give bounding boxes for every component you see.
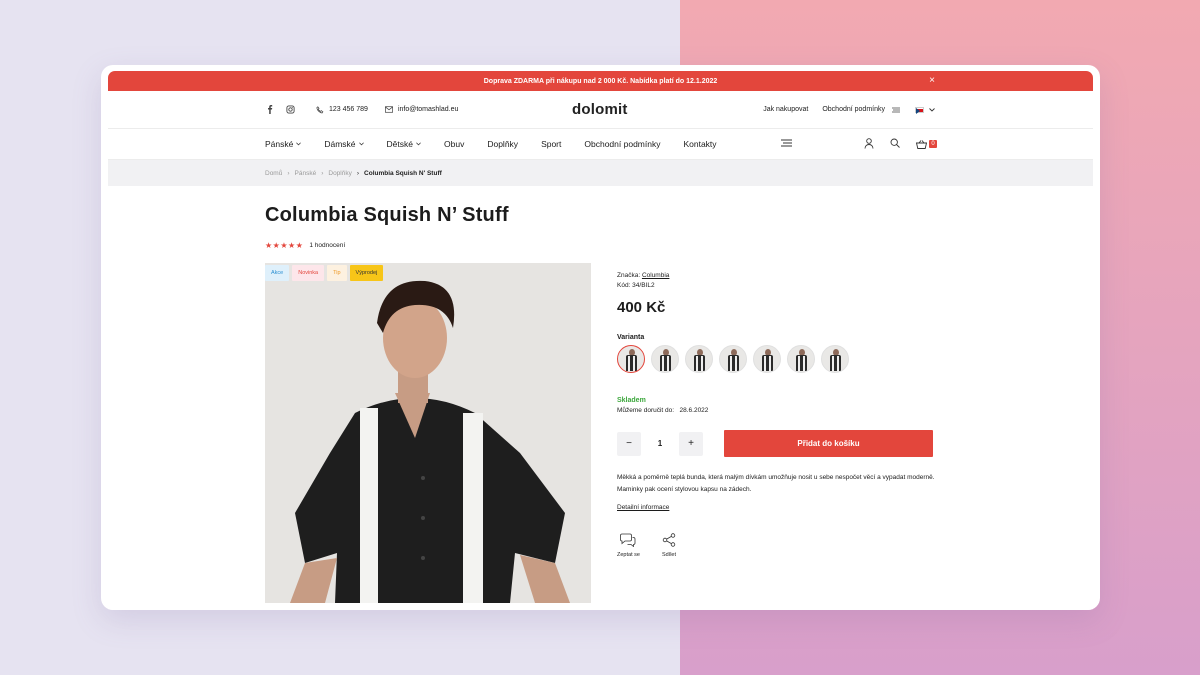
mail-icon xyxy=(384,105,394,115)
variant-swatch[interactable] xyxy=(617,345,645,373)
breadcrumb-separator-icon: › xyxy=(356,169,360,177)
variant-swatch[interactable] xyxy=(821,345,849,373)
badge-tip: Tip xyxy=(327,265,347,281)
chat-icon xyxy=(620,533,636,547)
nav-item-obchodni-podminky[interactable]: Obchodní podmínky xyxy=(584,139,660,149)
ask-question-button[interactable]: Zeptat se xyxy=(617,533,640,558)
czech-flag-icon xyxy=(915,106,924,114)
stock-status: Skladem xyxy=(617,397,646,404)
product-details: Značka: Columbia Kód: 34/BIL2 400 Kč Var… xyxy=(617,271,935,558)
badge-vyprodej: Výprodej xyxy=(349,265,384,281)
browser-window: Doprava ZDARMA při nákupu nad 2 000 Kč. … xyxy=(101,65,1100,610)
cart-count-badge: 0 xyxy=(929,140,937,148)
phone-number: 123 456 789 xyxy=(329,106,368,113)
nav-item-sport[interactable]: Sport xyxy=(541,139,561,149)
product-description: Měkká a poměrně teplá bunda, která malým… xyxy=(617,474,935,493)
product-code: Kód: 34/BIL2 xyxy=(617,282,655,289)
product-actions: Zeptat se Sdílet xyxy=(617,533,935,558)
phone-icon xyxy=(315,105,325,115)
brand-link[interactable]: Columbia xyxy=(642,272,669,279)
rating-stars-icon: ★★★★★ xyxy=(265,241,304,250)
rating-count: 1 hodnocení xyxy=(309,242,346,249)
delivery-date: Můžeme doručit do: 28.6.2022 xyxy=(617,407,709,414)
product-price: 400 Kč xyxy=(617,299,666,316)
nav-item-damske[interactable]: Dámské xyxy=(324,139,364,149)
breadcrumb-current: Columbia Squish N' Stuff xyxy=(364,169,442,177)
chevron-down-icon xyxy=(296,142,302,146)
buy-row: − 1 + Přidat do košíku xyxy=(617,430,935,457)
model-photo xyxy=(265,263,591,603)
search-icon[interactable] xyxy=(890,138,900,150)
nav-item-kontakty[interactable]: Kontakty xyxy=(683,139,716,149)
quantity-decrease-button[interactable]: − xyxy=(617,431,641,456)
detail-info-link[interactable]: Detailní informace xyxy=(617,504,669,511)
nav-label: Pánské xyxy=(265,139,294,149)
share-label: Sdílet xyxy=(661,552,677,558)
badge-novinka: Novinka xyxy=(292,265,325,281)
instagram-icon[interactable] xyxy=(285,105,295,115)
nav-item-detske[interactable]: Dětské xyxy=(387,139,421,149)
chevron-down-icon xyxy=(416,142,421,146)
user-icon[interactable] xyxy=(864,137,874,151)
variant-label: Varianta xyxy=(617,334,645,341)
phone-contact[interactable]: 123 456 789 xyxy=(315,105,368,115)
main-navigation: Pánské Dámské Dětské Obuv Doplňky Sport … xyxy=(108,129,1093,160)
nav-label: Dětské xyxy=(386,139,414,149)
how-to-buy-link[interactable]: Jak nakupovat xyxy=(763,106,808,113)
top-bar: 123 456 789 info@tomashlad.eu dolomit Ja… xyxy=(108,91,1093,129)
product-rating[interactable]: ★★★★★ 1 hodnocení xyxy=(265,241,345,250)
nav-item-panske[interactable]: Pánské xyxy=(265,139,302,149)
share-button[interactable]: Sdílet xyxy=(662,533,676,558)
breadcrumb-item[interactable]: Doplňky xyxy=(328,170,351,177)
breadcrumb-item[interactable]: Pánské xyxy=(295,170,317,177)
quantity-increase-button[interactable]: + xyxy=(679,431,703,456)
product-title: Columbia Squish N’ Stuff xyxy=(265,204,509,226)
product-meta: Značka: Columbia Kód: 34/BIL2 xyxy=(617,271,935,291)
terms-link-label: Obchodní podmínky xyxy=(822,106,885,113)
variant-swatches xyxy=(617,345,935,373)
breadcrumb-item[interactable]: Domů xyxy=(265,170,282,177)
breadcrumb: Domů › Pánské › Doplňky › Columbia Squis… xyxy=(108,160,1093,186)
promo-close-button[interactable]: × xyxy=(929,75,935,86)
chevron-down-icon xyxy=(927,105,937,115)
variant-swatch[interactable] xyxy=(787,345,815,373)
share-icon xyxy=(662,533,676,547)
variant-swatch[interactable] xyxy=(651,345,679,373)
nav-item-obuv[interactable]: Obuv xyxy=(444,139,464,149)
terms-link[interactable]: Obchodní podmínky xyxy=(822,105,901,115)
promo-text: Doprava ZDARMA při nákupu nad 2 000 Kč. … xyxy=(483,77,718,85)
nav-label: Dámské xyxy=(324,139,356,149)
promo-bar: Doprava ZDARMA při nákupu nad 2 000 Kč. … xyxy=(108,71,1093,91)
email-address: info@tomashlad.eu xyxy=(397,106,459,113)
email-contact[interactable]: info@tomashlad.eu xyxy=(384,105,458,115)
hamburger-menu-icon[interactable] xyxy=(781,139,792,149)
quantity-value[interactable]: 1 xyxy=(641,439,679,448)
facebook-icon[interactable] xyxy=(265,105,275,115)
breadcrumb-separator-icon: › xyxy=(321,169,324,177)
chevron-down-icon xyxy=(358,142,364,146)
site-logo[interactable]: dolomit xyxy=(572,101,628,118)
product-badges: Akce Novinka Tip Výprodej xyxy=(265,265,384,281)
menu-lines-icon xyxy=(891,105,901,115)
badge-akce: Akce xyxy=(265,265,290,281)
ask-question-label: Zeptat se xyxy=(617,552,640,558)
nav-item-doplnky[interactable]: Doplňky xyxy=(487,139,518,149)
cart-button[interactable]: 0 xyxy=(916,139,937,149)
variant-swatch[interactable] xyxy=(719,345,747,373)
brand-label: Značka: xyxy=(617,272,641,279)
language-selector[interactable] xyxy=(915,105,937,115)
variant-swatch[interactable] xyxy=(685,345,713,373)
variant-swatch[interactable] xyxy=(753,345,781,373)
product-image[interactable]: Akce Novinka Tip Výprodej xyxy=(265,263,591,603)
basket-icon xyxy=(916,139,927,149)
add-to-cart-button[interactable]: Přidat do košíku xyxy=(724,430,933,457)
breadcrumb-separator-icon: › xyxy=(287,169,290,177)
